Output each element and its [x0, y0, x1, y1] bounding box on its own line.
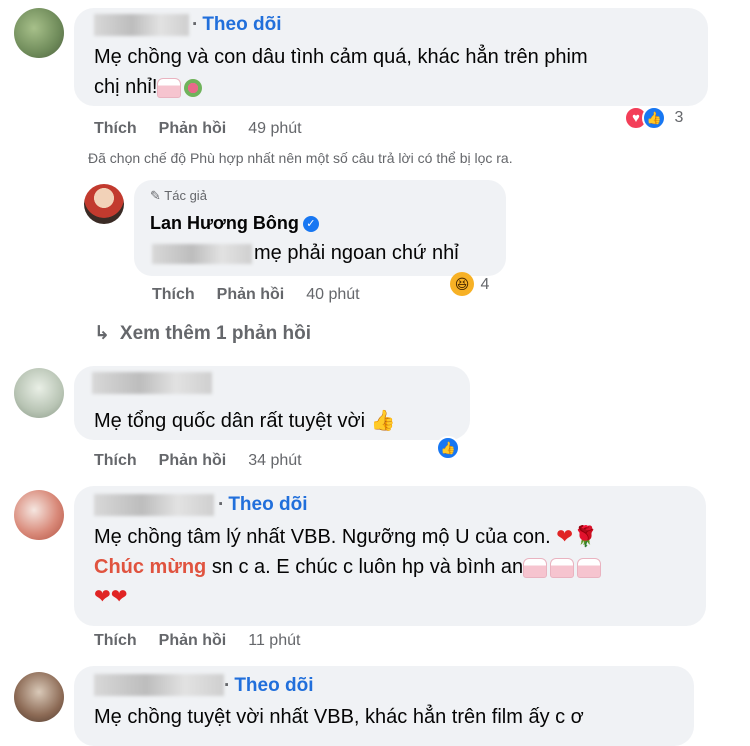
follow-link[interactable]: · Theo dõi	[192, 14, 281, 36]
cake-emoji-icon	[157, 77, 182, 98]
avatar[interactable]	[14, 8, 64, 58]
timestamp[interactable]: 40 phút	[306, 286, 359, 303]
heart-emoji-icon: ❤	[556, 526, 574, 548]
reply-actions: Thích Phản hồi 40 phút	[152, 286, 382, 304]
blurred-commenter-name	[92, 372, 212, 394]
pen-icon: ✎	[150, 188, 161, 203]
separator-dot: ·	[218, 494, 225, 515]
timestamp[interactable]: 11 phút	[248, 632, 300, 649]
comment-text: Mẹ chồng tâm lý nhất VBB. Ngưỡng mộ U củ…	[94, 522, 704, 612]
separator-dot: ·	[224, 675, 231, 696]
reply-button[interactable]: Phản hồi	[159, 120, 227, 137]
see-more-label[interactable]: Xem thêm 1 phản hồi	[120, 323, 311, 344]
reaction-summary[interactable]: ♥ 👍 3	[624, 106, 683, 130]
blurred-commenter-name	[94, 14, 189, 36]
comment-actions: Thích Phản hồi 11 phút	[94, 632, 322, 650]
reply-button[interactable]: Phản hồi	[159, 452, 227, 469]
comment-actions: Thích Phản hồi 49 phút	[94, 120, 324, 138]
avatar[interactable]	[14, 368, 64, 418]
comment-text-line: ❤❤	[94, 582, 704, 612]
comment-text-fragment: chị nhỉ!	[94, 76, 158, 98]
highlighted-phrase[interactable]: Chúc mừng	[94, 556, 206, 578]
like-reaction-icon: 👍	[436, 436, 460, 460]
avatar[interactable]	[14, 672, 64, 722]
comment-text-fragment: Mẹ chồng tâm lý nhất VBB. Ngưỡng mộ U củ…	[94, 526, 551, 548]
comment-text: Mẹ chồng và con dâu tình cảm quá, khác h…	[94, 42, 704, 102]
separator-dot: ·	[192, 14, 199, 35]
like-button[interactable]: Thích	[94, 632, 137, 649]
reply-arrow-icon: ↳	[94, 323, 110, 344]
comment-text-line: Chúc mừng sn c a. E chúc c luôn hp và bì…	[94, 552, 704, 582]
like-button[interactable]: Thích	[152, 286, 195, 303]
bouquet-emoji-icon	[184, 78, 203, 97]
verified-badge-icon: ✓	[302, 216, 319, 233]
author-badge-label: Tác giả	[164, 188, 207, 203]
filter-notice: Đã chọn chế độ Phù hợp nhất nên một số c…	[88, 150, 513, 166]
reply-button[interactable]: Phản hồi	[159, 632, 227, 649]
cake-emoji-icon	[550, 557, 575, 578]
comment-text-fragment: sn c a. E chúc c luôn hp và bình an	[206, 556, 524, 578]
author-name[interactable]: Lan Hương Bông ✓	[150, 213, 319, 234]
comment-text: Mẹ tổng quốc dân rất tuyệt vời 👍	[94, 406, 396, 436]
cake-emoji-icon	[523, 557, 548, 578]
author-name-label[interactable]: Lan Hương Bông	[150, 213, 299, 233]
reaction-summary[interactable]: 👍	[436, 436, 460, 460]
rose-emoji-icon: 🌹	[573, 526, 598, 548]
blurred-commenter-name	[94, 494, 214, 516]
blurred-mention	[152, 244, 252, 264]
comment-text-fragment: Mẹ tổng quốc dân rất tuyệt vời	[94, 410, 366, 432]
see-more-replies[interactable]: ↳ Xem thêm 1 phản hồi	[94, 322, 311, 345]
timestamp[interactable]: 34 phút	[248, 452, 301, 469]
follow-link[interactable]: · Theo dõi	[224, 675, 313, 697]
author-avatar[interactable]	[84, 184, 124, 224]
reaction-count: 4	[480, 276, 490, 293]
thumbs-up-emoji-icon: 👍	[370, 410, 396, 432]
follow-label[interactable]: Theo dõi	[234, 675, 313, 696]
comment-text: Mẹ chồng tuyệt vời nhất VBB, khác hẳn tr…	[94, 706, 584, 728]
haha-reaction-icon: 😆	[450, 272, 474, 296]
follow-label[interactable]: Theo dõi	[202, 14, 281, 35]
reply-button[interactable]: Phản hồi	[217, 286, 285, 303]
reply-text: mẹ phải ngoan chứ nhỉ	[254, 242, 459, 264]
timestamp[interactable]: 49 phút	[248, 120, 301, 137]
like-button[interactable]: Thích	[94, 120, 137, 137]
like-button[interactable]: Thích	[94, 452, 137, 469]
blurred-commenter-name	[94, 674, 224, 696]
avatar[interactable]	[14, 490, 64, 540]
like-reaction-icon: 👍	[642, 106, 666, 130]
follow-label[interactable]: Theo dõi	[228, 494, 307, 515]
cake-emoji-icon	[577, 557, 602, 578]
reply-reaction-summary[interactable]: 😆 4	[450, 272, 489, 296]
reaction-count: 3	[674, 109, 684, 126]
heart-emoji-icon: ❤❤	[94, 586, 128, 608]
comment-actions: Thích Phản hồi 34 phút	[94, 452, 324, 470]
author-badge: ✎ Tác giả	[150, 188, 207, 204]
comment-text-line: chị nhỉ!	[94, 72, 704, 102]
follow-link[interactable]: · Theo dõi	[218, 494, 307, 516]
comment-text-line: Mẹ chồng và con dâu tình cảm quá, khác h…	[94, 46, 588, 68]
comment-text-line: Mẹ chồng tâm lý nhất VBB. Ngưỡng mộ U củ…	[94, 522, 704, 552]
